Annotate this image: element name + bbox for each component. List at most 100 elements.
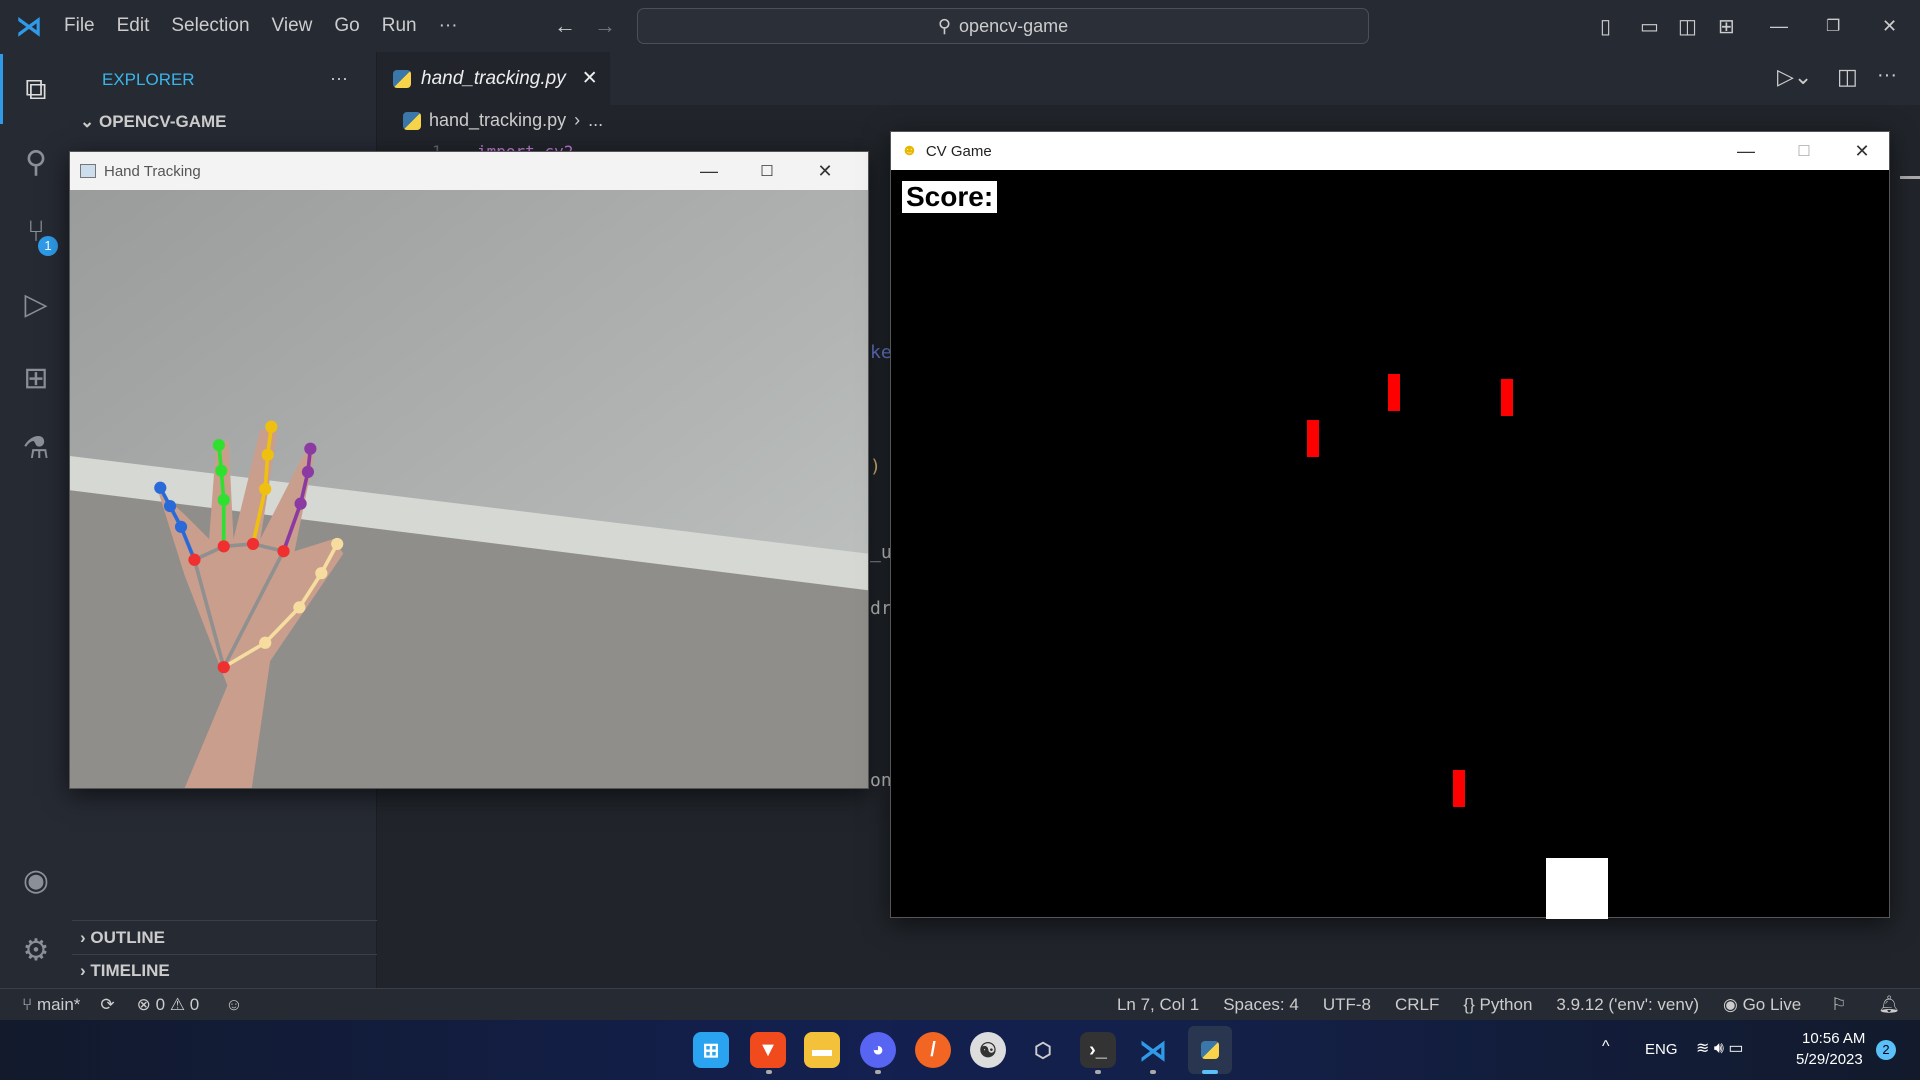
- menu-file[interactable]: File: [64, 15, 95, 37]
- menu-go[interactable]: Go: [334, 15, 359, 37]
- account-icon[interactable]: ◉: [0, 850, 72, 910]
- feedback-smiley-icon[interactable]: ☺: [225, 995, 242, 1015]
- hand-landmark: [301, 465, 315, 479]
- hand-landmark: [212, 438, 225, 452]
- notifications-bell-icon[interactable]: 🔔︎: [1878, 995, 1900, 1015]
- sync-icon[interactable]: ⟳: [100, 995, 114, 1015]
- tab-hand-tracking[interactable]: hand_tracking.py ✕: [377, 52, 610, 105]
- cv-game-window: ☻ CV Game — ☐ ✕ Score:: [890, 131, 1890, 919]
- warning-count: 0: [189, 994, 200, 1014]
- terminal-icon[interactable]: ›_: [1080, 1032, 1116, 1068]
- app-icon[interactable]: ☯: [970, 1032, 1006, 1068]
- indentation[interactable]: Spaces: 4: [1223, 995, 1299, 1015]
- close-icon[interactable]: ✕: [1833, 132, 1891, 170]
- clock-date[interactable]: 5/29/2023: [1796, 1051, 1863, 1068]
- python-file-icon: [393, 69, 411, 88]
- minimize-icon[interactable]: —: [1770, 16, 1788, 37]
- menu-selection[interactable]: Selection: [171, 15, 249, 37]
- branch-name: main*: [36, 994, 81, 1014]
- split-editor-icon[interactable]: ◫: [1837, 64, 1858, 90]
- code-fragment: ke: [870, 342, 892, 363]
- breadcrumb-separator-icon: ›: [574, 110, 581, 130]
- breadcrumb: hand_tracking.py › ...: [403, 110, 603, 131]
- vscode-icon[interactable]: ⋊: [1135, 1032, 1171, 1068]
- clock-time[interactable]: 10:56 AM: [1802, 1030, 1865, 1047]
- menu-view[interactable]: View: [272, 15, 313, 37]
- testing-icon[interactable]: ⚗: [0, 418, 72, 478]
- toggle-panel-icon[interactable]: ▭: [1640, 14, 1659, 39]
- go-live-button[interactable]: ◉ Go Live: [1723, 995, 1801, 1015]
- window-title-bar[interactable]: Hand Tracking — ☐ ✕: [70, 152, 868, 190]
- minimize-icon[interactable]: —: [1717, 132, 1775, 170]
- maximize-icon[interactable]: ☐: [738, 152, 796, 190]
- project-folder[interactable]: ⌄ OPENCV-GAME: [80, 112, 227, 132]
- hand-landmark: [246, 537, 260, 551]
- cursor-position[interactable]: Ln 7, Col 1: [1117, 995, 1199, 1015]
- close-tab-icon[interactable]: ✕: [582, 67, 598, 90]
- toggle-sidebar-icon[interactable]: ▯: [1600, 14, 1611, 39]
- layout-icon[interactable]: ⊞: [1718, 14, 1735, 39]
- command-search[interactable]: ⚲ opencv-game: [637, 8, 1369, 44]
- hand-landmark: [259, 482, 272, 496]
- hand-landmark: [259, 636, 272, 649]
- camera-feed: [70, 190, 868, 788]
- python-interpreter[interactable]: 3.9.12 ('env': venv): [1556, 995, 1699, 1015]
- editor-more-icon[interactable]: ···: [1877, 64, 1897, 87]
- file-explorer-icon[interactable]: ▬: [804, 1032, 840, 1068]
- outline-section[interactable]: › OUTLINE: [80, 928, 165, 948]
- hand-landmark: [217, 540, 230, 553]
- search-icon[interactable]: ⚲: [0, 132, 72, 192]
- language-mode[interactable]: {} Python: [1463, 995, 1532, 1015]
- menu-edit[interactable]: Edit: [117, 15, 150, 37]
- wifi-volume-battery-icons[interactable]: ≋ 🔊︎ ▭: [1696, 1038, 1744, 1058]
- run-debug-icon[interactable]: ▷: [0, 274, 72, 334]
- hand-landmark: [315, 567, 328, 580]
- falling-obstacle: [1307, 420, 1319, 457]
- restore-icon[interactable]: ❐: [1826, 16, 1840, 36]
- hand-landmark: [217, 493, 230, 507]
- python-app-icon[interactable]: [1188, 1026, 1232, 1074]
- language-indicator[interactable]: ENG: [1645, 1041, 1678, 1058]
- show-hidden-icons[interactable]: ^: [1602, 1038, 1610, 1056]
- discord-icon[interactable]: ◕: [860, 1032, 896, 1068]
- pygame-icon: ☻: [901, 142, 918, 159]
- run-icon[interactable]: ▷⌄: [1777, 64, 1812, 90]
- menu-run[interactable]: Run: [382, 15, 417, 37]
- problems-status[interactable]: ⊗ 0 ⚠ 0: [137, 995, 200, 1015]
- explorer-icon[interactable]: ⧉: [0, 60, 72, 120]
- notification-badge[interactable]: 2: [1876, 1040, 1896, 1060]
- close-icon[interactable]: ✕: [796, 152, 854, 190]
- window-title-bar[interactable]: ☻ CV Game — ☐ ✕: [891, 132, 1889, 170]
- project-name: OPENCV-GAME: [98, 112, 227, 131]
- scrollbar[interactable]: [1900, 176, 1920, 179]
- forward-arrow-icon[interactable]: →: [594, 13, 616, 39]
- toggle-secondary-sidebar-icon[interactable]: ◫: [1678, 14, 1697, 39]
- code-fragment: ): [870, 456, 881, 477]
- settings-gear-icon[interactable]: ⚙: [0, 920, 72, 980]
- timeline-section[interactable]: › TIMELINE: [80, 961, 170, 981]
- hand-landmark: [331, 537, 344, 551]
- source-control-icon[interactable]: ⑂ 1: [0, 202, 72, 262]
- hand-landmark: [261, 448, 274, 461]
- branch-status[interactable]: ⑂ main*: [22, 995, 80, 1015]
- minimize-icon[interactable]: —: [680, 152, 738, 190]
- breadcrumb-file[interactable]: hand_tracking.py: [429, 110, 566, 131]
- menu-more[interactable]: ···: [439, 15, 458, 37]
- close-icon[interactable]: ✕: [1882, 16, 1897, 37]
- hand-landmark: [304, 442, 317, 455]
- language-label: Python: [1479, 994, 1533, 1014]
- maximize-icon[interactable]: ☐: [1775, 132, 1833, 170]
- explorer-more-button[interactable]: ···: [330, 68, 348, 89]
- breadcrumb-symbol[interactable]: ...: [588, 110, 603, 131]
- accounts-icon[interactable]: ⚐: [1831, 995, 1846, 1015]
- postman-icon[interactable]: /: [915, 1032, 951, 1068]
- unity-icon[interactable]: ⬡: [1025, 1032, 1061, 1068]
- search-icon: ⚲: [937, 15, 952, 36]
- start-windows-icon[interactable]: ⊞: [693, 1032, 729, 1068]
- encoding[interactable]: UTF-8: [1323, 995, 1371, 1015]
- line-ending[interactable]: CRLF: [1395, 995, 1439, 1015]
- back-arrow-icon[interactable]: ←: [554, 13, 576, 39]
- brave-browser-icon[interactable]: ▼: [750, 1032, 786, 1068]
- title-bar: ⋊ File Edit Selection View Go Run ··· ← …: [0, 0, 1920, 52]
- extensions-icon[interactable]: ⊞: [0, 348, 72, 408]
